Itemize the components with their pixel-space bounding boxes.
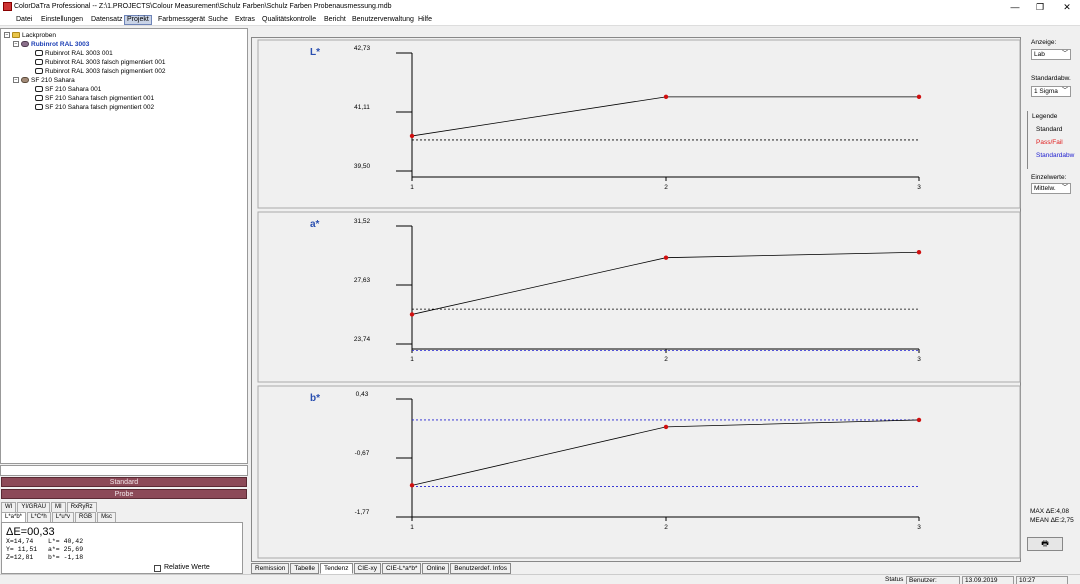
data-point: [663, 255, 669, 260]
status-bar: Status Benutzer: 13.09.2019 10:27: [0, 574, 1080, 584]
data-point: [916, 417, 922, 423]
status-date: 13.09.2019: [962, 576, 1014, 584]
x-tick-label: 1: [410, 524, 414, 531]
display-select[interactable]: Lab ﹀: [1031, 49, 1071, 60]
single-values-select-value: Mittelw.: [1034, 185, 1056, 192]
view-tab-5[interactable]: CIE-L*a*b*: [382, 563, 422, 574]
x-tick-label: 3: [917, 524, 921, 531]
std-label: Standardabw.: [1031, 75, 1071, 82]
data-point: [409, 483, 415, 488]
chart-title: a*: [310, 219, 320, 230]
x-tick-label: 2: [664, 524, 668, 531]
std-select-value: 1 Sigma: [1034, 88, 1058, 95]
data-point: [663, 424, 669, 430]
chart-title: b*: [310, 393, 320, 404]
x-tick-label: 1: [410, 356, 414, 363]
printer-icon: 🖶: [1041, 539, 1049, 548]
view-tabs: Remission Tabelle Tendenz CIE-xy CIE-L*a*b* O…: [251, 563, 512, 574]
y-tick-label: 23,74: [354, 336, 371, 343]
chevron-down-icon: ﹀: [1061, 88, 1068, 94]
view-tab-7[interactable]: Benutzerdef. Infos: [450, 563, 512, 574]
x-tick-label: 3: [917, 356, 921, 363]
status-time: 10:27: [1016, 576, 1068, 584]
display-select-value: Lab: [1034, 51, 1045, 58]
view-tab-3[interactable]: Tendenz: [319, 563, 353, 574]
x-tick-label: 1: [410, 184, 414, 191]
y-tick-label: -0,67: [355, 450, 370, 457]
legend-title: Legende: [1032, 113, 1058, 120]
data-point: [916, 94, 922, 100]
x-tick-label: 2: [664, 184, 668, 191]
chevron-down-icon: ﹀: [1061, 51, 1068, 57]
data-point: [409, 133, 415, 139]
max-delta-e: MAX ΔE:4,08: [1030, 508, 1070, 515]
chart-panel: [257, 39, 1021, 209]
legend-box: Legende Standard Pass/Fail Standardabw: [1027, 111, 1077, 169]
chart-panel: [257, 211, 1021, 383]
trend-charts: 42,73 41,11 39,50 1 2 3 L* 31,52 27,63 23,74 1 2 3 a*…: [257, 39, 1021, 559]
app-window: ColorDaTra Professional -- Z:\1.PROJECTS…: [0, 0, 1080, 584]
single-values-label: Einzelwerte:: [1031, 174, 1067, 181]
view-tab-1[interactable]: Remission: [251, 563, 290, 574]
chart-panel: [257, 385, 1021, 559]
view-tab-6[interactable]: Online: [422, 563, 450, 574]
print-button[interactable]: 🖶: [1027, 537, 1063, 551]
y-tick-label: -1,77: [355, 509, 370, 516]
y-tick-label: 27,63: [354, 277, 371, 284]
data-point: [916, 250, 922, 255]
x-tick-label: 2: [664, 356, 668, 363]
single-values-select[interactable]: Mittelw. ﹀: [1031, 183, 1071, 194]
y-tick-label: 41,11: [354, 104, 370, 111]
status-label: Status: [883, 576, 906, 584]
user-label: Benutzer:: [906, 576, 960, 584]
y-tick-label: 42,73: [354, 45, 371, 52]
view-tab-2[interactable]: Tabelle: [290, 563, 319, 574]
display-label: Anzeige:: [1031, 39, 1057, 46]
y-tick-label: 39,50: [354, 163, 371, 170]
view-tab-4[interactable]: CIE-xy: [353, 563, 382, 574]
y-tick-label: 0,43: [356, 391, 369, 398]
mean-delta-e: MEAN ΔE:2,75: [1030, 517, 1074, 524]
data-point: [663, 94, 669, 100]
legend-passfail: Pass/Fail: [1036, 139, 1063, 146]
legend-standard: Standard: [1036, 126, 1063, 133]
legend-stddev: Standardabw: [1036, 152, 1075, 159]
chevron-down-icon: ﹀: [1061, 185, 1068, 191]
x-tick-label: 3: [917, 184, 921, 191]
y-tick-label: 31,52: [354, 218, 371, 225]
std-select[interactable]: 1 Sigma ﹀: [1031, 86, 1071, 97]
chart-title: L*: [310, 47, 320, 58]
data-point: [409, 312, 415, 317]
